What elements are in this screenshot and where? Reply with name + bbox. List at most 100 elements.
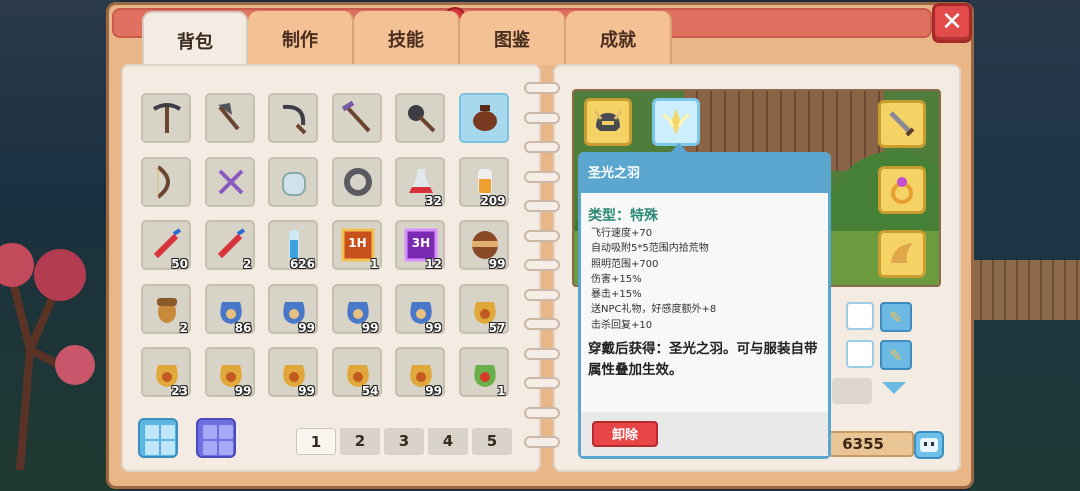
- spine-ring: [524, 82, 560, 94]
- inventory-slot[interactable]: 99: [268, 283, 318, 335]
- tooltip-footer: 卸除: [581, 412, 828, 456]
- spine-ring: [524, 170, 560, 183]
- inventory-slot[interactable]: [141, 156, 191, 207]
- equip-slot-weapon[interactable]: [878, 100, 926, 148]
- stat-line: 自动吸附5*5范围内拾荒物: [591, 243, 709, 255]
- inventory-slot[interactable]: 57: [458, 283, 509, 335]
- spine-ring: [524, 200, 560, 212]
- inventory-slot[interactable]: 626: [268, 220, 318, 271]
- equip-slot-accessory[interactable]: [878, 230, 926, 278]
- edit-button-1[interactable]: ✎: [880, 302, 912, 332]
- item-count: 99: [425, 320, 442, 335]
- spine-ring: [524, 406, 560, 419]
- stat-line: 照明范围+700: [591, 258, 659, 270]
- inventory-slot[interactable]: 1H 1: [331, 220, 382, 271]
- jar-icon: [275, 163, 313, 201]
- card-label: 3H: [411, 236, 431, 250]
- title-field[interactable]: [846, 340, 874, 368]
- page-button-4[interactable]: 4: [428, 428, 468, 455]
- page-button-5[interactable]: 5: [472, 428, 512, 455]
- grid-view-button[interactable]: [138, 418, 178, 458]
- inventory-slot[interactable]: 2: [204, 220, 255, 271]
- unequip-button[interactable]: 卸除: [592, 421, 658, 447]
- spine-ring: [524, 347, 560, 360]
- tab-collection[interactable]: 图鉴: [460, 11, 566, 65]
- stat-line: 飞行速度+70: [591, 228, 653, 239]
- item-count: 12: [425, 257, 442, 271]
- tab-crafting[interactable]: 制作: [248, 11, 354, 65]
- name-field[interactable]: [846, 302, 874, 330]
- item-count: 86: [234, 320, 252, 335]
- alt-view-button[interactable]: [196, 418, 236, 458]
- item-count: 1: [370, 257, 379, 271]
- inventory-slot[interactable]: 99: [204, 347, 255, 398]
- inventory-slot[interactable]: 99: [458, 220, 509, 271]
- inventory-slot[interactable]: [141, 93, 191, 143]
- close-button[interactable]: ✕: [932, 3, 972, 43]
- equip-slot-wings[interactable]: [652, 98, 700, 146]
- inventory-slot[interactable]: [268, 93, 318, 143]
- inventory-slot[interactable]: [395, 93, 445, 143]
- spine-ring: [524, 259, 560, 271]
- item-tooltip: 圣光之羽 类型：特殊 飞行速度+70 自动吸附5*5范围内拾荒物 照明范围+70…: [578, 152, 831, 459]
- info-field: [832, 378, 872, 404]
- robot-icon: [920, 438, 938, 452]
- inventory-slot[interactable]: 32: [395, 156, 445, 208]
- inventory-slot[interactable]: [458, 93, 509, 143]
- inventory-slot[interactable]: 3H 12: [395, 220, 445, 271]
- stat-line: 暴击+15%: [591, 289, 642, 301]
- expand-arrow-icon[interactable]: [882, 382, 906, 394]
- inventory-slot[interactable]: [331, 93, 382, 143]
- spine-ring: [524, 111, 560, 124]
- tab-achievements[interactable]: 成就: [566, 11, 672, 65]
- inventory-slot[interactable]: 99: [268, 347, 318, 398]
- tab-skills[interactable]: 技能: [354, 11, 460, 65]
- item-count: 99: [298, 320, 315, 335]
- background-left-scene: [0, 0, 120, 491]
- teapot-icon: [466, 99, 504, 137]
- page-button-2[interactable]: 2: [340, 428, 380, 455]
- item-count: 23: [171, 384, 188, 398]
- coin-display: 6355: [828, 431, 914, 457]
- inventory-slot[interactable]: 50: [141, 220, 191, 271]
- pencil-icon: ✎: [889, 345, 903, 365]
- inventory-slot[interactable]: [331, 156, 382, 207]
- inventory-slot[interactable]: 1: [458, 347, 509, 398]
- pickaxe-icon: [148, 99, 186, 137]
- equip-slot-helmet[interactable]: [584, 98, 632, 146]
- inventory-slot[interactable]: 99: [331, 283, 382, 335]
- shovel-icon: [402, 99, 440, 137]
- item-count: 99: [425, 384, 442, 398]
- robot-button[interactable]: [914, 431, 944, 459]
- spine-ring: [524, 141, 560, 153]
- inventory-slot[interactable]: 99: [395, 347, 445, 398]
- horn-icon: [885, 237, 919, 271]
- inventory-slot[interactable]: 54: [331, 347, 382, 398]
- item-count: 99: [234, 384, 252, 398]
- item-count: 50: [171, 257, 188, 271]
- inventory-slot[interactable]: 86: [204, 283, 255, 335]
- tab-backpack[interactable]: 背包: [142, 11, 248, 69]
- equip-slot-ring[interactable]: [878, 166, 926, 214]
- item-count: 99: [361, 320, 379, 335]
- item-count: 2: [179, 320, 188, 335]
- spine-ring: [524, 288, 560, 301]
- edit-button-2[interactable]: ✎: [880, 340, 912, 370]
- spine-ring: [524, 229, 560, 242]
- page-button-3[interactable]: 3: [384, 428, 424, 455]
- bow-icon: [148, 163, 186, 201]
- page-button-1[interactable]: 1: [296, 428, 336, 455]
- inventory-slot[interactable]: 209: [458, 156, 509, 208]
- inventory-slot[interactable]: 23: [141, 347, 191, 398]
- page-selector: 1 2 3 4 5: [296, 428, 516, 455]
- inventory-slot[interactable]: [268, 156, 318, 207]
- sword-icon: [885, 107, 919, 141]
- inventory-slot[interactable]: [204, 93, 255, 143]
- tooltip-title: 圣光之羽: [581, 155, 828, 193]
- inventory-slot[interactable]: 99: [395, 283, 445, 335]
- item-count: 32: [425, 193, 442, 208]
- inventory-slot[interactable]: [204, 156, 255, 207]
- tooltip-stats: 飞行速度+70 自动吸附5*5范围内拾荒物 照明范围+700 伤害+15% 暴击…: [591, 226, 828, 333]
- inventory-slot[interactable]: 2: [141, 283, 191, 335]
- stat-line: 伤害+15%: [591, 273, 642, 285]
